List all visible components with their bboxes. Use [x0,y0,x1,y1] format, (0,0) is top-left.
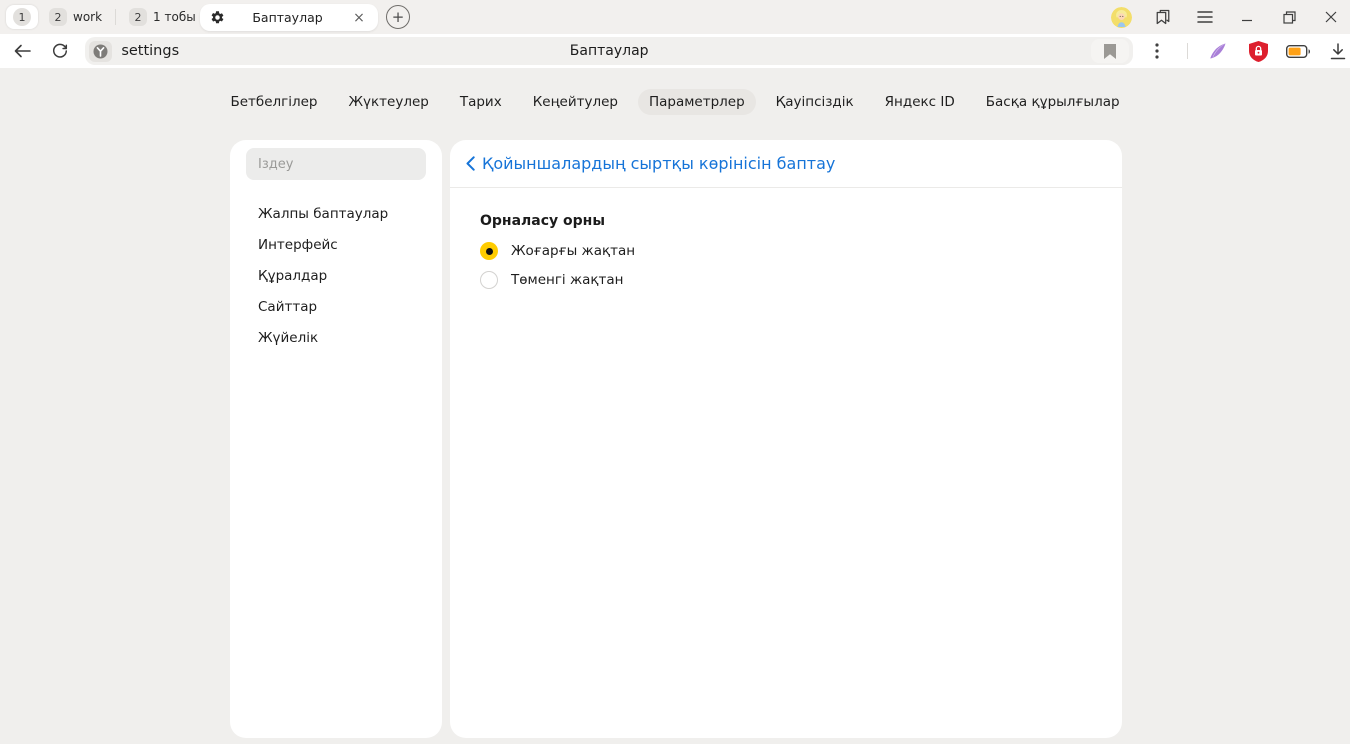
toolbar: settings Баптаулар [0,34,1350,68]
minimize-icon [1241,11,1253,23]
downloads-button[interactable] [1326,39,1350,63]
kebab-menu-icon [1155,43,1159,59]
nav-tab-downloads[interactable]: Жүктеулер [337,89,439,115]
tab-group-toby[interactable]: 2 1 тобы [122,5,203,29]
window-restore-button[interactable] [1278,6,1300,28]
back-arrow-icon [14,44,31,58]
sidebar-item-sites[interactable]: Сайттар [230,291,442,322]
settings-section: Орналасу орны Жоғарғы жақтан Төменгі жақ… [450,188,1122,314]
back-button[interactable] [8,37,38,65]
battery-icon [1286,45,1310,58]
nav-tab-bookmarks[interactable]: Бетбелгілер [219,89,328,115]
bookmark-flag-icon [1104,44,1116,59]
tab-group-1-count-badge: 1 [13,8,31,26]
browser-window: 1 2 work 2 1 тобы Баптаулар × [0,0,1350,744]
page-title: Баптаулар [570,43,649,59]
active-tab-settings[interactable]: Баптаулар × [200,4,378,31]
tab-bar: 1 2 work 2 1 тобы Баптаулар × [0,0,1350,34]
radio-unselected-icon[interactable] [480,271,498,289]
battery-saver-button[interactable] [1286,39,1310,63]
settings-main-panel: Қойыншалардың сыртқы көрінісін баптау Ор… [450,140,1122,738]
bookmark-this-page-button[interactable] [1091,39,1129,63]
nav-tab-other-devices[interactable]: Басқа құрылғылар [975,89,1131,115]
settings-nav-tabs: Бетбелгілер Жүктеулер Тарих Кеңейтулер П… [0,89,1350,115]
refresh-button[interactable] [46,37,76,65]
nav-tab-settings[interactable]: Параметрлер [638,89,756,115]
nav-tab-yandex-id[interactable]: Яндекс ID [874,89,966,115]
sidebar-item-system[interactable]: Жүйелік [230,322,442,353]
profile-avatar[interactable] [1110,6,1132,28]
sidebar-list: Жалпы баптаулар Интерфейс Құралдар Сайтт… [230,198,442,353]
restore-icon [1283,11,1296,24]
close-icon [1325,11,1337,23]
hamburger-menu-icon [1197,11,1213,23]
sidebar-item-interface[interactable]: Интерфейс [230,229,442,260]
alice-ai-button[interactable] [1206,39,1230,63]
sidebar-item-tools[interactable]: Құралдар [230,260,442,291]
radio-option-top-label: Жоғарғы жақтан [511,243,635,259]
url-text: settings [121,43,179,59]
window-close-button[interactable] [1320,6,1342,28]
tab-group-toby-count-badge: 2 [129,8,147,26]
subpage-title: Қойыншалардың сыртқы көрінісін баптау [482,154,835,173]
radio-option-bottom-label: Төменгі жақтан [511,272,624,288]
nav-tab-history[interactable]: Тарих [449,89,513,115]
tab-group-1[interactable]: 1 [6,5,38,29]
download-icon [1330,43,1346,60]
gear-icon [210,10,225,25]
protect-shield-button[interactable] [1246,39,1270,63]
tab-group-work-label: work [73,10,102,24]
nav-tab-security[interactable]: Қауіпсіздік [765,89,865,115]
toolbar-divider [1187,43,1188,59]
settings-sidebar: Жалпы баптаулар Интерфейс Құралдар Сайтт… [230,140,442,738]
bookmarks-panel-icon [1154,8,1172,26]
feather-icon [1208,41,1228,61]
nav-tab-extensions[interactable]: Кеңейтулер [522,89,629,115]
address-bar[interactable]: settings Баптаулар [85,37,1133,65]
tab-group-work[interactable]: 2 work [42,5,109,29]
radio-selected-icon[interactable] [480,242,498,260]
radio-option-top[interactable]: Жоғарғы жақтан [480,242,1092,260]
site-badge [89,41,112,62]
new-tab-button[interactable]: + [386,5,410,29]
section-title: Орналасу орны [480,213,1092,229]
tab-group-work-count-badge: 2 [49,8,67,26]
radio-option-bottom[interactable]: Төменгі жақтан [480,271,1092,289]
active-tab-title: Баптаулар [225,10,350,25]
shield-lock-icon [1249,41,1268,62]
subpage-back-header[interactable]: Қойыншалардың сыртқы көрінісін баптау [450,140,1122,188]
tab-group-toby-label: 1 тобы [153,10,196,24]
tab-close-button[interactable]: × [350,9,368,27]
search-input[interactable] [246,148,426,180]
browser-menu-button[interactable] [1194,6,1216,28]
avatar [1111,7,1132,28]
sidebar-item-general[interactable]: Жалпы баптаулар [230,198,442,229]
window-controls-area [1110,0,1342,34]
chevron-left-icon [466,156,475,171]
tab-group-divider [115,9,116,25]
toolbar-actions [1145,39,1350,63]
side-panel-button[interactable] [1152,6,1174,28]
window-minimize-button[interactable] [1236,6,1258,28]
extensions-menu-button[interactable] [1145,39,1169,63]
refresh-icon [52,43,68,59]
